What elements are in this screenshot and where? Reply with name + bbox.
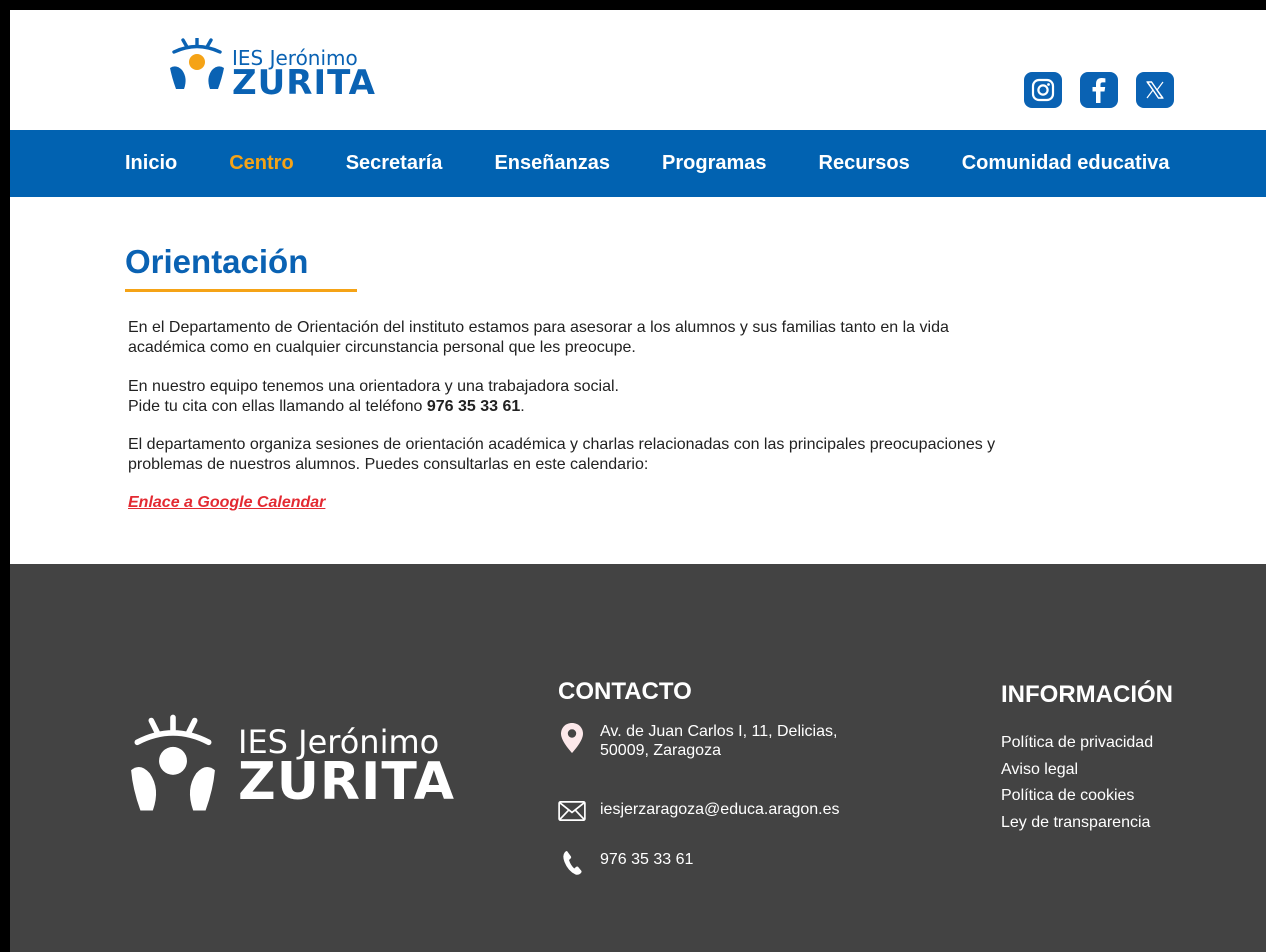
x-icon xyxy=(1146,81,1164,99)
site-header: IES Jerónimo ZURITA xyxy=(10,10,1266,130)
page: IES Jerónimo ZURITA Inicio Centro Secret… xyxy=(10,10,1266,952)
facebook-icon xyxy=(1092,78,1106,103)
title-underline xyxy=(125,289,357,292)
logo-emblem-icon xyxy=(170,38,224,89)
nav-item-ensenanzas[interactable]: Enseñanzas xyxy=(494,152,610,175)
cookie-policy-link[interactable]: Política de cookies xyxy=(1001,783,1153,810)
mail-icon xyxy=(558,801,586,821)
x-button[interactable] xyxy=(1136,72,1174,108)
footer-logo-line2: ZURITA xyxy=(238,752,455,812)
logo-text-line2: ZURITA xyxy=(232,63,376,103)
info-heading: INFORMACIÓN xyxy=(1001,681,1173,708)
address-text: Av. de Juan Carlos I, 11, Delicias, 5000… xyxy=(600,722,837,760)
email-text[interactable]: iesjerzaragoza@educa.aragon.es xyxy=(600,800,840,819)
social-links xyxy=(1024,72,1174,108)
phone-text[interactable]: 976 35 33 61 xyxy=(600,850,693,869)
team-line: En nuestro equipo tenemos una orientador… xyxy=(128,378,619,395)
legal-notice-link[interactable]: Aviso legal xyxy=(1001,757,1153,784)
nav-item-secretaria[interactable]: Secretaría xyxy=(346,152,443,175)
nav-item-comunidad-educativa[interactable]: Comunidad educativa xyxy=(962,152,1170,175)
address-line1: Av. de Juan Carlos I, 11, Delicias, xyxy=(600,723,838,740)
main-nav: Inicio Centro Secretaría Enseñanzas Prog… xyxy=(10,130,1266,197)
transparency-law-link[interactable]: Ley de transparencia xyxy=(1001,810,1153,837)
map-pin-icon xyxy=(561,723,583,753)
privacy-policy-link[interactable]: Política de privacidad xyxy=(1001,730,1153,757)
period: . xyxy=(520,397,525,415)
info-links: Política de privacidad Aviso legal Polít… xyxy=(1001,730,1153,837)
instagram-button[interactable] xyxy=(1024,72,1062,108)
address-row: Av. de Juan Carlos I, 11, Delicias, 5000… xyxy=(558,722,837,760)
phone-number: 976 35 33 61 xyxy=(426,397,521,415)
page-title: Orientación xyxy=(125,243,309,280)
facebook-button[interactable] xyxy=(1080,72,1118,108)
site-logo[interactable]: IES Jerónimo ZURITA xyxy=(168,38,376,100)
main-content: Orientación En el Departamento de Orient… xyxy=(10,197,1266,564)
nav-item-inicio[interactable]: Inicio xyxy=(125,152,177,175)
google-calendar-link[interactable]: Enlace a Google Calendar xyxy=(128,494,325,512)
appointment-text: Pide tu cita con ellas llamando al teléf… xyxy=(128,397,427,415)
instagram-icon xyxy=(1031,78,1055,102)
phone-icon xyxy=(563,851,582,875)
site-footer: IES Jerónimo ZURITA CONTACTO Av. de Juan… xyxy=(10,564,1266,952)
email-row[interactable]: iesjerzaragoza@educa.aragon.es xyxy=(558,800,840,830)
phone-row[interactable]: 976 35 33 61 xyxy=(558,850,693,880)
intro-paragraph: En el Departamento de Orientación del in… xyxy=(128,319,949,356)
footer-logo[interactable]: IES Jerónimo ZURITA xyxy=(128,714,455,814)
nav-item-recursos[interactable]: Recursos xyxy=(819,152,910,175)
sessions-paragraph: El departamento organiza sesiones de ori… xyxy=(128,436,996,473)
nav-item-centro[interactable]: Centro xyxy=(229,152,293,175)
footer-logo-emblem-icon xyxy=(131,714,215,811)
nav-item-programas[interactable]: Programas xyxy=(662,152,767,175)
team-paragraph: En nuestro equipo tenemos una orientador… xyxy=(128,377,1008,416)
address-line2: 50009, Zaragoza xyxy=(600,742,721,759)
contact-heading: CONTACTO xyxy=(558,678,692,705)
